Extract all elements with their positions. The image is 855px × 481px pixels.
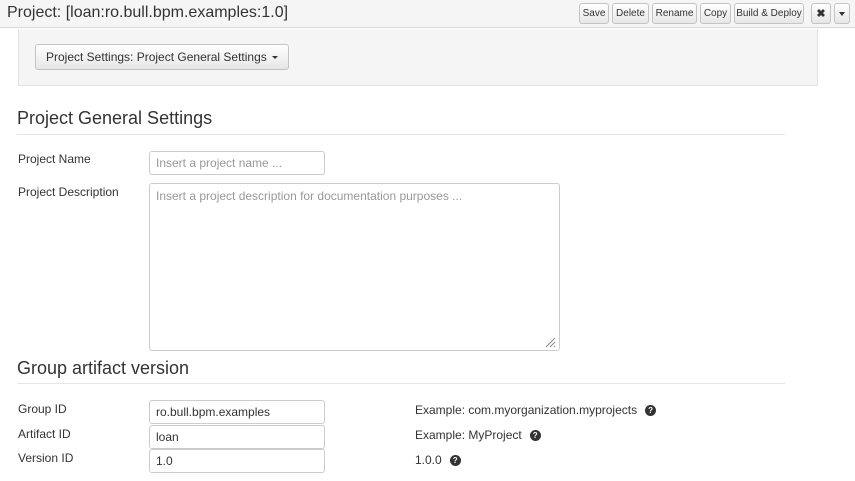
build-deploy-button[interactable]: Build & Deploy (734, 3, 804, 24)
group-id-label: Group ID (18, 402, 67, 416)
version-id-example: 1.0.0 ? (415, 453, 461, 467)
project-name-label: Project Name (18, 152, 91, 166)
general-settings-divider (17, 134, 785, 135)
artifact-id-example: Example: MyProject ? (415, 428, 541, 442)
project-title: Project: [loan:ro.bull.bpm.examples:1.0] (7, 4, 289, 21)
save-button[interactable]: Save (579, 3, 609, 24)
close-button[interactable]: ✖ (811, 3, 831, 24)
project-description-label: Project Description (18, 185, 119, 199)
resize-handle-icon[interactable] (543, 335, 556, 348)
caret-down-icon (839, 11, 845, 16)
version-id-label: Version ID (18, 451, 74, 465)
settings-selector-well: Project Settings: Project General Settin… (18, 29, 818, 86)
project-toolbar: Project: [loan:ro.bull.bpm.examples:1.0]… (0, 0, 855, 28)
project-description-textarea[interactable] (149, 183, 560, 351)
help-icon[interactable]: ? (645, 404, 657, 416)
rename-button[interactable]: Rename (652, 3, 697, 24)
copy-button[interactable]: Copy (700, 3, 731, 24)
help-icon[interactable]: ? (529, 429, 541, 441)
group-id-example: Example: com.myorganization.myprojects ? (415, 403, 657, 417)
artifact-id-example-text: Example: MyProject (415, 428, 522, 442)
version-id-input[interactable] (149, 449, 325, 473)
gav-heading: Group artifact version (17, 358, 190, 378)
version-id-example-text: 1.0.0 (415, 453, 442, 467)
chevron-down-icon (271, 55, 278, 59)
close-icon: ✖ (816, 8, 826, 20)
delete-button[interactable]: Delete (612, 3, 649, 24)
artifact-id-input[interactable] (149, 425, 325, 449)
group-id-example-text: Example: com.myorganization.myprojects (415, 403, 638, 417)
gav-divider (17, 383, 785, 384)
artifact-id-label: Artifact ID (18, 427, 71, 441)
project-settings-dropdown-label: Project Settings: Project General Settin… (46, 50, 267, 64)
toolbar-menu-button[interactable] (834, 3, 850, 24)
general-settings-heading: Project General Settings (17, 108, 213, 128)
group-id-input[interactable] (149, 400, 325, 424)
help-icon[interactable]: ? (449, 454, 461, 466)
project-settings-dropdown[interactable]: Project Settings: Project General Settin… (35, 44, 289, 70)
project-name-input[interactable] (149, 151, 325, 175)
